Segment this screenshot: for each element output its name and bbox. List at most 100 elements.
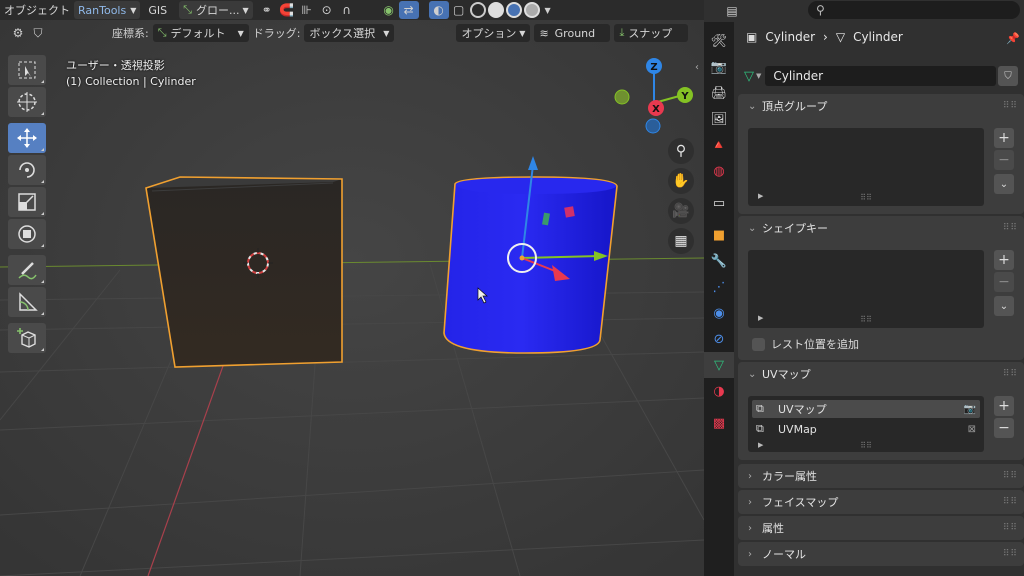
shape-keys-header[interactable]: ⌄ シェイプキー ⠿⠿ xyxy=(738,216,1024,240)
material-tab-icon[interactable]: ◑ xyxy=(704,378,734,404)
grip-icon[interactable]: ⠿⠿ xyxy=(1003,497,1018,507)
scale-tool[interactable] xyxy=(8,187,46,217)
remove-shape-key-button[interactable]: − xyxy=(994,272,1014,292)
gizmo-toggle-icon[interactable]: ⇄ xyxy=(398,1,419,19)
remove-uv-map-button[interactable]: − xyxy=(994,418,1014,438)
grip-icon[interactable]: ⠿⠿ xyxy=(1003,549,1018,559)
grip-icon[interactable]: ⠿⠿ xyxy=(1003,369,1018,379)
chevron-down-icon[interactable]: ▼ xyxy=(541,1,555,19)
snap-button[interactable]: ⤓ スナップ xyxy=(614,24,689,42)
measure-tool[interactable] xyxy=(8,287,46,317)
list-resize-handle[interactable]: ⠿⠿ xyxy=(748,441,984,450)
editor-type-icon[interactable]: ▤ xyxy=(720,2,744,20)
xray-icon[interactable]: ▢ xyxy=(449,1,469,19)
face-maps-panel[interactable]: › フェイスマップ ⠿⠿ xyxy=(738,490,1024,514)
mesh-name-input[interactable]: Cylinder xyxy=(765,66,996,86)
vertex-groups-header[interactable]: ⌄ 頂点グループ ⠿⠿ xyxy=(738,94,1024,118)
breadcrumb: ▣ Cylinder › ▽ Cylinder xyxy=(746,30,911,44)
annotate-tool[interactable] xyxy=(8,255,46,285)
falloff-icon[interactable]: ∩ xyxy=(337,1,357,19)
fake-user-shield-icon[interactable]: ⛉ xyxy=(998,66,1018,86)
vertex-groups-list[interactable]: ▶ ⠿⠿ xyxy=(748,128,984,206)
transform-tool[interactable] xyxy=(8,219,46,249)
add-rest-position-checkbox[interactable] xyxy=(752,337,765,351)
particles-tab-icon[interactable]: ⋰ xyxy=(704,274,734,300)
uv-maps-header[interactable]: ⌄ UVマップ ⠿⠿ xyxy=(738,362,1024,386)
uv-map-item[interactable]: ⧉ UVマップ 📷 xyxy=(752,400,980,418)
cursor-tool[interactable] xyxy=(8,87,46,117)
color-attributes-panel[interactable]: › カラー属性 ⠿⠿ xyxy=(738,464,1024,488)
grip-icon[interactable]: ⠿⠿ xyxy=(1003,523,1018,533)
snap-toggle-icon[interactable]: 🧲 xyxy=(277,1,297,19)
add-rest-position-row[interactable]: レスト位置を追加 xyxy=(752,336,859,352)
object-tab-icon[interactable]: ■ xyxy=(704,222,734,248)
grip-icon[interactable]: ⠿⠿ xyxy=(1003,471,1018,481)
normals-panel[interactable]: › ノーマル ⠿⠿ xyxy=(738,542,1024,566)
menu-rantools[interactable]: RanTools ▼ xyxy=(74,1,141,19)
output-tab-icon[interactable]: 🖨 xyxy=(704,80,734,106)
wireframe-shading-icon[interactable] xyxy=(469,2,486,18)
select-box-tool[interactable] xyxy=(8,55,46,85)
render-tab-icon[interactable]: 📷 xyxy=(704,54,734,80)
navigation-gizmo[interactable]: Z Y X xyxy=(608,55,698,135)
list-resize-handle[interactable]: ⠿⠿ xyxy=(748,315,984,324)
sidebar-toggle-icon[interactable]: ‹ xyxy=(695,62,699,73)
coord-system-dropdown[interactable]: ⤡ デフォルト ▼ xyxy=(152,24,249,42)
zoom-icon[interactable]: ⚲ xyxy=(668,138,694,164)
solid-shading-icon[interactable] xyxy=(487,2,504,18)
add-uv-map-button[interactable]: + xyxy=(994,396,1014,416)
shape-keys-list[interactable]: ▶ ⠿⠿ xyxy=(748,250,984,328)
attributes-panel[interactable]: › 属性 ⠿⠿ xyxy=(738,516,1024,540)
material-shading-icon[interactable] xyxy=(505,2,522,18)
rotate-tool[interactable] xyxy=(8,155,46,185)
shape-key-specials-button[interactable]: ⌄ xyxy=(994,296,1014,316)
add-cube-tool[interactable] xyxy=(8,323,46,353)
options-dropdown[interactable]: オプション ▼ xyxy=(456,24,531,42)
gear-icon[interactable]: ⚙ xyxy=(8,24,28,42)
filter-icon[interactable]: ⛉ xyxy=(28,24,48,42)
visibility-icon[interactable]: ◉ xyxy=(379,1,399,19)
remove-vertex-group-button[interactable]: − xyxy=(994,150,1014,170)
constraints-tab-icon[interactable]: ⊘ xyxy=(704,326,734,352)
uv-map-item[interactable]: ⧉ UVMap ⊠ xyxy=(752,420,980,438)
search-input[interactable]: ⚲ xyxy=(808,1,1020,19)
grip-icon[interactable]: ⠿⠿ xyxy=(1003,101,1018,111)
list-resize-handle[interactable]: ⠿⠿ xyxy=(748,193,984,202)
drag-dropdown[interactable]: ボックス選択 ▼ xyxy=(304,24,395,42)
snap-increment-icon[interactable]: ⊪ xyxy=(297,1,317,19)
uv-map-name: UVMap xyxy=(778,422,817,436)
move-tool[interactable] xyxy=(8,123,46,153)
active-render-camera-icon[interactable]: 📷 xyxy=(964,404,976,415)
ground-button[interactable]: ≋ Ground xyxy=(534,24,611,42)
overlays-icon[interactable]: ◐ xyxy=(428,1,449,19)
modifier-tab-icon[interactable]: 🔧 xyxy=(704,248,734,274)
mesh-browse-icon[interactable]: ▽ xyxy=(744,69,754,84)
view-layer-tab-icon[interactable]: 🖼 xyxy=(704,106,734,132)
rendered-shading-icon[interactable] xyxy=(523,2,540,18)
pivot-point-icon[interactable]: ⚭ xyxy=(257,1,277,19)
gizmo-neg-z[interactable] xyxy=(645,118,661,134)
add-vertex-group-button[interactable]: + xyxy=(994,128,1014,148)
texture-tab-icon[interactable]: ▩ xyxy=(704,410,734,436)
transform-orientation-dropdown[interactable]: ⤡ グロー... ▼ xyxy=(179,1,253,19)
pin-icon[interactable]: 📌 xyxy=(1006,32,1020,45)
tool-tab-icon[interactable]: 🛠 xyxy=(704,28,734,54)
add-shape-key-button[interactable]: + xyxy=(994,250,1014,270)
world-tab-icon[interactable]: ◍ xyxy=(704,158,734,184)
grid-icon[interactable]: ▦ xyxy=(668,228,694,254)
grip-icon[interactable]: ⠿⠿ xyxy=(1003,223,1018,233)
camera-icon[interactable]: 🎥 xyxy=(668,198,694,224)
proportional-edit-icon[interactable]: ⊙ xyxy=(317,1,337,19)
scene-tab-icon[interactable]: 🔺 xyxy=(704,132,734,158)
physics-tab-icon[interactable]: ◉ xyxy=(704,300,734,326)
mode-selector[interactable]: オブジェクト xyxy=(0,1,74,19)
3d-viewport[interactable]: オブジェクト RanTools ▼ GIS ⤡ グロー... ▼ ⚭ 🧲 ⊪ ⊙ ∩ … xyxy=(0,0,704,576)
gizmo-neg-y[interactable] xyxy=(614,89,630,105)
pan-hand-icon[interactable]: ✋ xyxy=(668,168,694,194)
vertex-group-specials-button[interactable]: ⌄ xyxy=(994,174,1014,194)
collection-tab-icon[interactable]: ▭ xyxy=(704,190,734,216)
uv-maps-list[interactable]: ⧉ UVマップ 📷 ⧉ UVMap ⊠ ▶ ⠿⠿ xyxy=(748,396,984,452)
render-camera-icon[interactable]: ⊠ xyxy=(968,424,976,435)
menu-gis[interactable]: GIS xyxy=(144,1,171,19)
mesh-data-tab-icon[interactable]: ▽ xyxy=(704,352,734,378)
